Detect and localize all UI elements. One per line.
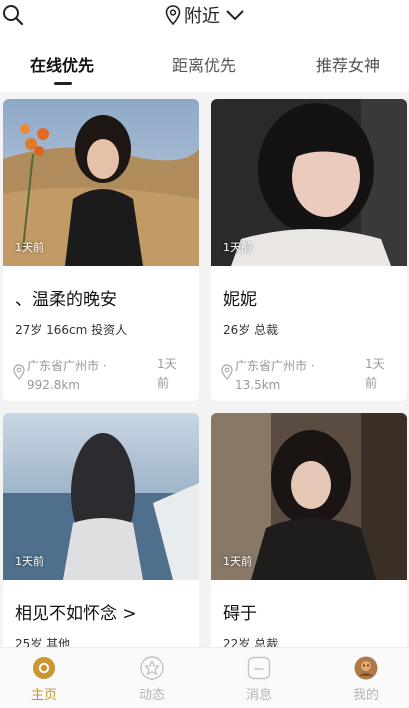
profile-meta: 27岁 166cm 投资人 bbox=[15, 323, 128, 337]
nav-label: 主页 bbox=[30, 688, 57, 703]
profile-location: 广东省广州市 · 13.5km bbox=[235, 359, 315, 392]
location-pin-icon bbox=[13, 364, 25, 380]
location-selector[interactable]: 附近 bbox=[165, 2, 245, 28]
tab-online-first[interactable]: 在线优先 bbox=[30, 52, 94, 76]
nav-home[interactable]: 主页 bbox=[14, 656, 74, 703]
star-icon bbox=[140, 656, 164, 680]
photo-time-tag: 1天前 bbox=[223, 555, 252, 568]
profile-card[interactable]: 1天前 、温柔的晚安 27岁 166cm 投资人 广东省广州市 · 992.8k… bbox=[3, 99, 199, 401]
search-icon[interactable] bbox=[2, 4, 24, 26]
location-pin-icon bbox=[221, 364, 233, 380]
tab-recommended[interactable]: 推荐女神 bbox=[316, 52, 380, 76]
home-icon bbox=[33, 657, 55, 679]
photo-time-tag: 1天前 bbox=[223, 241, 252, 254]
profile-card[interactable]: 1天前 相见不如怀念 > 25岁 其他 bbox=[3, 413, 199, 673]
location-label: 附近 bbox=[184, 6, 220, 27]
profile-name: 相见不如怀念 > bbox=[15, 604, 137, 624]
active-tab-indicator bbox=[54, 82, 72, 85]
nav-label: 我的 bbox=[352, 688, 379, 703]
sort-tabs: 在线优先 距离优先 推荐女神 bbox=[0, 52, 409, 85]
profile-card[interactable]: 1天前 碍于 22岁 总裁 bbox=[211, 413, 407, 673]
profile-card[interactable]: 1天前 妮妮 26岁 总裁 广东省广州市 · 13.5km 1天前 bbox=[211, 99, 407, 401]
profile-location: 广东省广州市 · 992.8km bbox=[27, 359, 107, 392]
top-header: 附近 在线优先 距离优先 推荐女神 bbox=[0, 0, 409, 92]
profile-name: 妮妮 bbox=[223, 290, 257, 310]
photo-time-tag: 1天前 bbox=[15, 555, 44, 568]
chevron-down-icon bbox=[226, 10, 244, 21]
profile-name: 碍于 bbox=[223, 604, 257, 624]
message-icon bbox=[247, 656, 271, 680]
tab-distance-first[interactable]: 距离优先 bbox=[172, 52, 236, 76]
nav-profile[interactable]: 我的 bbox=[336, 656, 396, 703]
nav-moments[interactable]: 动态 bbox=[122, 656, 182, 703]
last-active-time: 1天前 bbox=[365, 357, 385, 390]
nav-messages[interactable]: 消息 bbox=[229, 656, 289, 703]
nav-label: 动态 bbox=[138, 688, 165, 703]
bottom-nav: 主页 动态 消息 我的 bbox=[0, 647, 409, 708]
profile-meta: 26岁 总裁 bbox=[223, 323, 279, 337]
avatar-icon bbox=[354, 656, 378, 680]
nav-label: 消息 bbox=[245, 688, 272, 703]
last-active-time: 1天前 bbox=[157, 357, 177, 390]
map-pin-icon bbox=[165, 5, 181, 25]
photo-time-tag: 1天前 bbox=[15, 241, 44, 254]
profile-name: 、温柔的晚安 bbox=[15, 290, 117, 310]
